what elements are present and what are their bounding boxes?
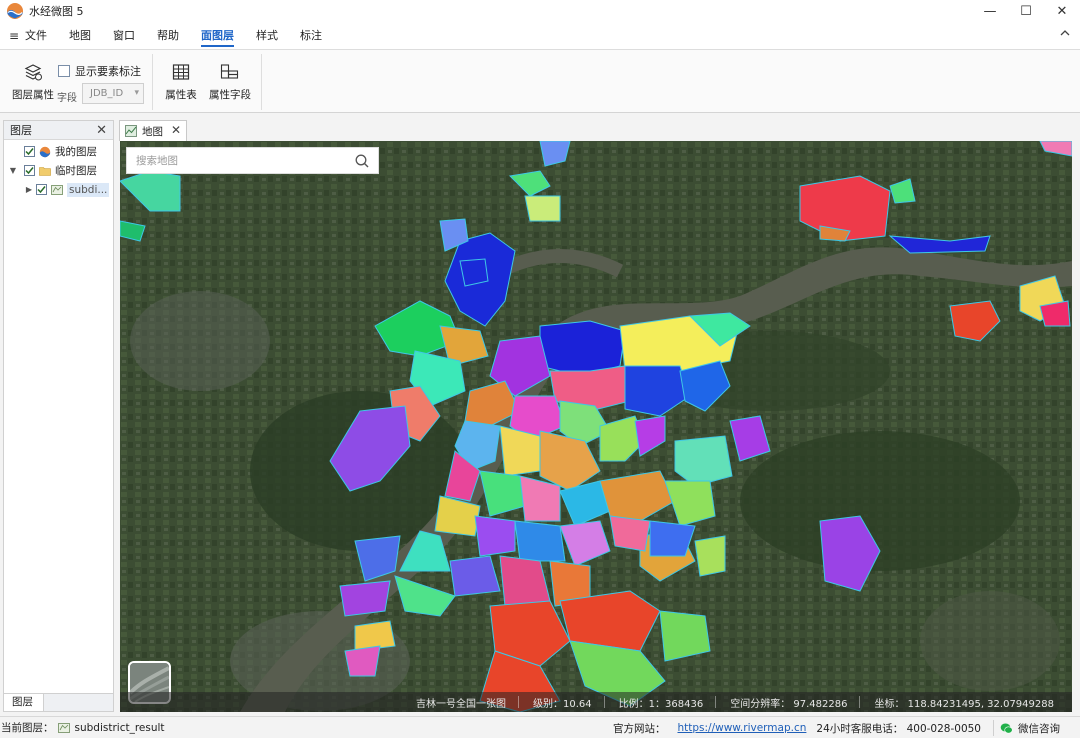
- menu-window[interactable]: 窗口: [102, 22, 146, 49]
- ribbon-toolbar: 图层属性 显示要素标注 字段 JDB_ID ▾ 属性表 属性字段: [0, 49, 1080, 113]
- close-icon[interactable]: ✕: [96, 121, 107, 140]
- tree-item-temp-layers[interactable]: ▼ 临时图层: [8, 161, 97, 180]
- satellite-map[interactable]: [120, 141, 1072, 712]
- attribute-table-button[interactable]: 属性表: [162, 63, 200, 102]
- attribute-field-button[interactable]: 属性字段: [207, 63, 253, 102]
- layer-panel-tab[interactable]: 图层: [4, 693, 44, 711]
- chevron-down-icon: ▾: [134, 88, 139, 98]
- tree-item-label: subdi...: [67, 182, 110, 197]
- show-labels-checkbox[interactable]: 显示要素标注: [58, 63, 141, 79]
- status-bar-right: 官方网站： https://www.rivermap.cn 24小时客服电话： …: [613, 717, 1080, 738]
- layer-properties-button[interactable]: 图层属性: [12, 63, 54, 102]
- app-logo-icon: [7, 3, 23, 19]
- attribute-table-label: 属性表: [165, 89, 197, 101]
- map-document-tab[interactable]: 地图 ✕: [119, 120, 187, 141]
- website-link[interactable]: https://www.rivermap.cn: [677, 722, 806, 734]
- current-layer-name: subdistrict_result: [74, 721, 165, 734]
- status-divider: [859, 696, 861, 708]
- polygon-layer-icon: [57, 722, 70, 733]
- map-scale: 比例：1：368436: [618, 698, 704, 710]
- map-search-input[interactable]: [127, 148, 354, 173]
- field-select[interactable]: JDB_ID ▾: [82, 83, 144, 104]
- layer-checkbox[interactable]: [24, 146, 35, 157]
- table-icon: [172, 64, 190, 80]
- menu-file[interactable]: 文件: [23, 22, 58, 49]
- minimize-button[interactable]: —: [972, 0, 1008, 22]
- panel-tab-strip: [44, 693, 113, 711]
- service-hotline: 24小时客服电话： 400-028-0050: [816, 722, 981, 735]
- polygon-layer-icon: [51, 184, 63, 195]
- spatial-resolution: 空间分辨率： 97.482286: [730, 698, 848, 710]
- app-title: 水经微图 5: [29, 5, 84, 18]
- close-button[interactable]: ✕: [1044, 0, 1080, 22]
- field-label: 字段: [57, 93, 77, 104]
- close-icon[interactable]: ✕: [171, 123, 181, 137]
- layer-panel: 图层 ✕ 我的图层 ▼ 临时图层 ▶ subdi... 图层: [3, 120, 114, 712]
- menu-polygon-layer[interactable]: 面图层: [190, 22, 245, 49]
- website-label: 官方网站：: [612, 722, 666, 735]
- ribbon-separator: [261, 54, 262, 110]
- tree-item-label: 临时图层: [55, 165, 97, 177]
- menu-style[interactable]: 样式: [245, 22, 289, 49]
- status-divider: [715, 696, 717, 708]
- maximize-button[interactable]: ☐: [1008, 0, 1044, 22]
- ribbon-separator: [152, 54, 153, 110]
- status-divider: [518, 696, 520, 708]
- folder-icon: [39, 166, 51, 176]
- cursor-coordinates: 坐标： 118.84231495, 32.07949288: [874, 698, 1054, 710]
- menu-bar: ≡ 文件 地图 窗口 帮助 面图层 样式 标注: [0, 22, 1080, 49]
- layer-properties-label: 图层属性: [12, 89, 54, 101]
- tree-item-label: 我的图层: [55, 146, 97, 158]
- tree-item-subdistrict-layer[interactable]: ▶ subdi...: [24, 180, 110, 199]
- checkbox-box[interactable]: [58, 65, 70, 77]
- map-search-box[interactable]: [126, 147, 379, 174]
- show-labels-label: 显示要素标注: [75, 65, 141, 78]
- map-status-bar: 吉林一号全国一张图 级别：10.64 比例：1：368436 空间分辨率： 97…: [120, 692, 1072, 712]
- window-controls: — ☐ ✕: [972, 0, 1080, 22]
- basemap-source: 吉林一号全国一张图: [416, 698, 507, 710]
- app-status-bar: 当前图层： subdistrict_result 官方网站： https://w…: [0, 716, 1080, 738]
- globe-icon: [39, 146, 51, 157]
- tree-item-my-layers[interactable]: 我的图层: [14, 142, 97, 161]
- field-grid-icon: [220, 64, 239, 79]
- menu-help[interactable]: 帮助: [146, 22, 190, 49]
- collapse-ribbon-icon[interactable]: [1059, 27, 1071, 39]
- expand-arrow-icon[interactable]: ▶: [24, 185, 34, 194]
- expand-arrow-icon[interactable]: ▼: [8, 166, 18, 175]
- attribute-field-label: 属性字段: [209, 89, 251, 101]
- status-divider: [603, 696, 605, 708]
- hamburger-icon[interactable]: ≡: [9, 29, 23, 43]
- layer-panel-title: 图层: [10, 124, 32, 137]
- zoom-level: 级别：10.64: [533, 698, 592, 710]
- field-select-value: JDB_ID: [90, 88, 124, 99]
- status-divider: [993, 720, 994, 736]
- menu-label[interactable]: 标注: [289, 22, 333, 49]
- layer-panel-header: 图层 ✕: [4, 121, 113, 140]
- layers-icon: [24, 64, 42, 81]
- search-icon[interactable]: [354, 153, 370, 169]
- wechat-icon[interactable]: [1000, 722, 1013, 735]
- map-view[interactable]: 吉林一号全国一张图 级别：10.64 比例：1：368436 空间分辨率： 97…: [120, 141, 1072, 712]
- layer-checkbox[interactable]: [36, 184, 47, 195]
- menu-map[interactable]: 地图: [58, 22, 102, 49]
- map-tab-label: 地图: [142, 125, 163, 138]
- title-bar: 水经微图 5 — ☐ ✕: [0, 0, 1080, 22]
- layer-checkbox[interactable]: [24, 165, 35, 176]
- current-layer-label: 当前图层：: [1, 722, 54, 734]
- map-icon: [125, 125, 137, 137]
- wechat-consult[interactable]: 微信咨询: [1018, 721, 1060, 736]
